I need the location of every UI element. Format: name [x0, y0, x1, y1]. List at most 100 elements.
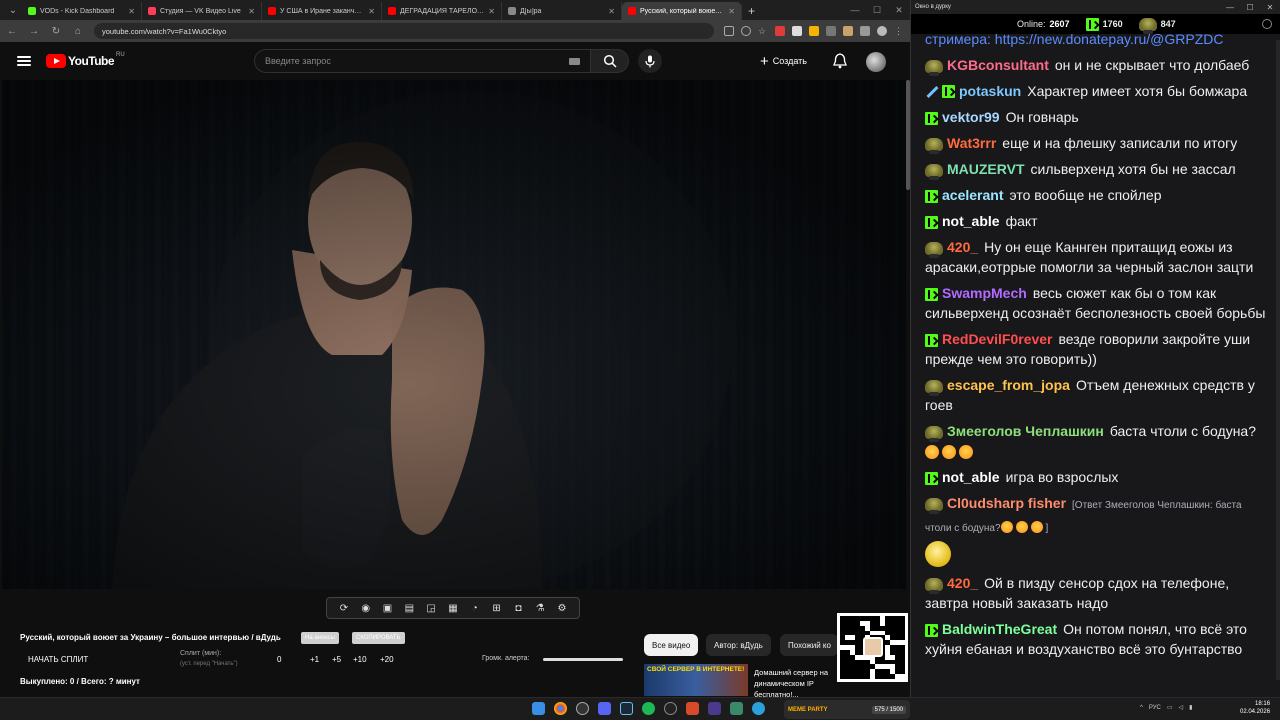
broadcast-icon[interactable]: ◉ — [360, 602, 372, 614]
bookmark-star-icon[interactable]: ☆ — [758, 26, 768, 36]
cast-icon[interactable] — [724, 26, 734, 36]
camera-icon[interactable]: ◘ — [512, 602, 524, 614]
keyboard-lang[interactable]: РУС — [1149, 705, 1161, 711]
browser-tab[interactable]: Студия — VK Видео Live ✕ — [142, 2, 262, 20]
chat-minimize-icon[interactable]: — — [1220, 3, 1240, 12]
chat-username[interactable]: MAUZERVT — [947, 161, 1025, 177]
menu-dots-icon[interactable]: ⋮ — [894, 26, 904, 36]
chat-maximize-icon[interactable]: ☐ — [1240, 3, 1260, 12]
chat-username[interactable]: Wat3rrr — [947, 135, 996, 151]
youtube-logo[interactable]: YouTube RU — [46, 52, 125, 68]
browser-tab[interactable]: VODs - Kick Dashboard ✕ — [22, 2, 142, 20]
filter-author[interactable]: Автор: вДудь — [706, 634, 771, 656]
extension-yellow-icon[interactable] — [809, 26, 819, 36]
chat-username[interactable]: KGBconsultant — [947, 57, 1049, 73]
extension-grey-icon[interactable] — [826, 26, 836, 36]
browser-tab[interactable]: Русский, который воюет за У... ✕ — [622, 2, 742, 20]
media-player-icon[interactable] — [686, 702, 699, 715]
picture-in-picture-icon[interactable]: ◲ — [425, 602, 437, 614]
recommended-thumbnail[interactable]: СВОЙ СЕРВЕР В ИНТЕРНЕТЕ! — [644, 664, 748, 696]
new-tab-button[interactable]: + — [742, 2, 761, 20]
filmstrip-icon[interactable]: ▤ — [403, 602, 415, 614]
video-player[interactable] — [2, 80, 906, 589]
chat-close-icon[interactable]: ✕ — [1260, 3, 1280, 12]
tab-close-icon[interactable]: ✕ — [128, 7, 135, 16]
tab-close-icon[interactable]: ✕ — [368, 7, 375, 16]
chat-username[interactable]: acelerant — [942, 187, 1003, 203]
profile-icon[interactable] — [877, 26, 887, 36]
close-icon[interactable]: ✕ — [888, 0, 910, 20]
create-button[interactable]: + Создать — [760, 52, 807, 70]
tab-close-icon[interactable]: ✕ — [488, 7, 495, 16]
url-field[interactable]: youtube.com/watch?v=Fa1Wu0Cktyo — [94, 23, 714, 39]
chat-username[interactable]: not_able — [942, 213, 1000, 229]
app-purple-icon[interactable] — [708, 702, 721, 715]
chrome-icon[interactable] — [554, 702, 567, 715]
chat-username[interactable]: vektor99 — [942, 109, 1000, 125]
volume-icon[interactable]: ◁ — [1179, 704, 1184, 711]
chat-username[interactable]: 420_ — [947, 239, 978, 255]
settings-gear-icon[interactable]: ⚙ — [556, 602, 568, 614]
alert-volume-slider[interactable] — [543, 658, 623, 661]
subtitles-icon[interactable]: ▦ — [447, 602, 459, 614]
loop-icon[interactable]: ⟳ — [338, 602, 350, 614]
chat-username[interactable]: SwampMech — [942, 285, 1027, 301]
clock[interactable]: 18:16 02.04.2026 — [1240, 700, 1270, 716]
chat-scrollbar[interactable] — [1276, 40, 1280, 680]
chat-username[interactable]: Cl0udsharp fisher — [947, 495, 1066, 511]
discord-icon[interactable] — [598, 702, 611, 715]
tray-chevron-icon[interactable]: ^ — [1140, 705, 1143, 711]
app-dark-icon[interactable] — [664, 702, 677, 715]
browser-tab[interactable]: Д[ы]ра ✕ — [502, 2, 622, 20]
obs-icon[interactable] — [576, 702, 589, 715]
split-step-20[interactable]: +20 — [380, 655, 394, 664]
telegram-icon[interactable] — [752, 702, 765, 715]
browser-tab[interactable]: ДЕГРАДАЦИЯ ТАРЕЛОЧНИЦ ✕ — [382, 2, 502, 20]
screenshot-icon[interactable]: ▣ — [382, 602, 394, 614]
start-split-button[interactable]: НАЧАТЬ СПЛИТ — [28, 655, 88, 664]
battery-icon[interactable]: ▮ — [1189, 704, 1192, 711]
tab-menu-icon[interactable]: ⌄ — [4, 0, 22, 20]
reload-icon[interactable]: ↻ — [50, 26, 62, 37]
meme-party-widget[interactable]: MEME PARTY 575 / 1500 — [784, 700, 910, 719]
copy-button[interactable]: СКОПИРОВАТЬ — [352, 632, 405, 644]
speed-icon[interactable]: ◔ — [469, 602, 481, 614]
minimize-icon[interactable]: — — [844, 0, 866, 20]
search-button[interactable] — [591, 49, 629, 73]
chat-settings-icon[interactable] — [1262, 19, 1272, 29]
voice-search-button[interactable] — [638, 49, 662, 73]
puzzle-icon[interactable] — [860, 26, 870, 36]
chat-username[interactable]: RedDevilF0rever — [942, 331, 1053, 347]
split-step-0[interactable]: 0 — [277, 655, 281, 664]
recommended-title[interactable]: Домашний сервер на динамическом IP беспл… — [754, 667, 844, 697]
chat-username[interactable]: 420_ — [947, 575, 978, 591]
chat-username[interactable]: Змееголов Чеплашкин — [947, 423, 1104, 439]
network-icon[interactable]: ▭ — [1167, 704, 1173, 711]
zoom-icon[interactable] — [741, 26, 751, 36]
maximize-icon[interactable]: ☐ — [866, 0, 888, 20]
forward-icon[interactable]: → — [28, 26, 40, 37]
filter-similar[interactable]: Похожий ко — [780, 634, 838, 656]
chat-username[interactable]: potaskun — [959, 83, 1021, 99]
flask-icon[interactable]: ⚗ — [534, 602, 546, 614]
tab-close-icon[interactable]: ✕ — [248, 7, 255, 16]
chat-username[interactable]: BaldwinTheGreat — [942, 621, 1057, 637]
account-avatar[interactable] — [866, 52, 886, 72]
split-step-10[interactable]: +10 — [353, 655, 367, 664]
tab-close-icon[interactable]: ✕ — [728, 7, 735, 16]
home-icon[interactable]: ⌂ — [72, 26, 84, 37]
announce-button[interactable]: На анонсы — [301, 632, 339, 644]
chat-username[interactable]: escape_from_jopa — [947, 377, 1070, 393]
file-explorer-icon[interactable] — [730, 702, 743, 715]
browser-tab[interactable]: У США в Иране заканчиваются ✕ — [262, 2, 382, 20]
keyboard-icon[interactable] — [569, 58, 580, 65]
extension-red-icon[interactable] — [775, 26, 785, 36]
add-clip-icon[interactable]: ⊞ — [491, 602, 503, 614]
chat-username[interactable]: not_able — [942, 469, 1000, 485]
extension-white-icon[interactable] — [792, 26, 802, 36]
search-input[interactable]: Введите запрос — [254, 49, 591, 73]
notifications-bell-icon[interactable] — [833, 53, 847, 69]
menu-icon[interactable] — [17, 56, 31, 66]
steam-icon[interactable] — [620, 702, 633, 715]
split-step-1[interactable]: +1 — [310, 655, 319, 664]
